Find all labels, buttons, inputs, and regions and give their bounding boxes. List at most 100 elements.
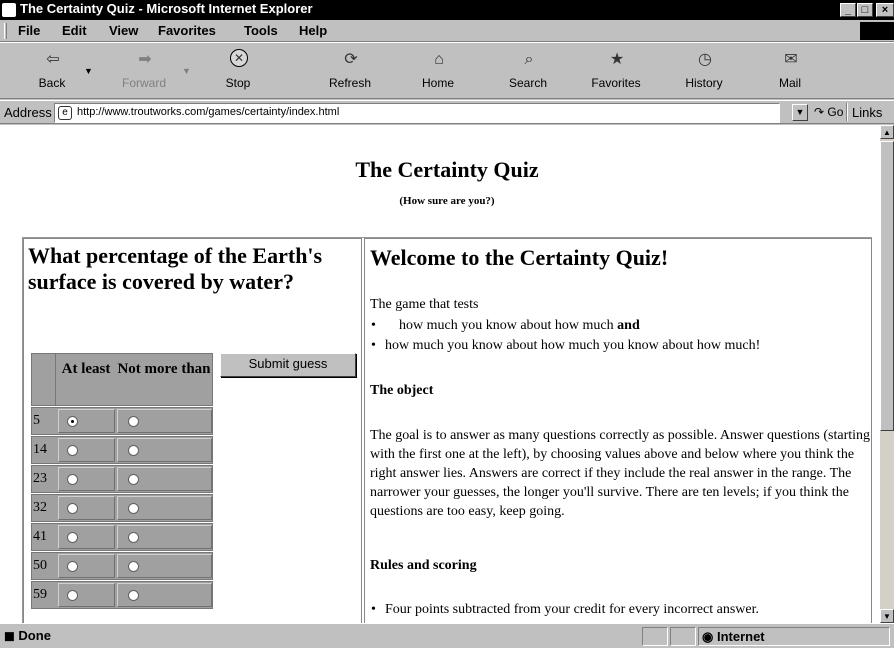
history-icon: ◷ bbox=[698, 51, 712, 68]
not-more-than-cell bbox=[117, 554, 212, 578]
row-value: 14 bbox=[33, 442, 47, 457]
menu-file[interactable]: File bbox=[18, 23, 40, 38]
not-more-than-radio[interactable] bbox=[128, 416, 139, 427]
menu-view[interactable]: View bbox=[109, 23, 138, 38]
menu-bar: File Edit View Favorites Tools Help bbox=[0, 20, 894, 42]
home-button[interactable]: ⌂ Home bbox=[406, 47, 470, 97]
history-button[interactable]: ◷ History bbox=[672, 47, 736, 97]
minimize-button[interactable]: _ bbox=[840, 3, 856, 17]
scroll-thumb[interactable] bbox=[880, 141, 894, 431]
choice-row: 41 bbox=[31, 523, 213, 551]
menu-edit[interactable]: Edit bbox=[62, 23, 87, 38]
menu-help[interactable]: Help bbox=[299, 23, 327, 38]
at-least-cell bbox=[58, 496, 115, 520]
address-dropdown-button[interactable]: ▼ bbox=[792, 104, 808, 121]
row-value: 5 bbox=[33, 413, 40, 428]
refresh-button[interactable]: ⟳ Refresh bbox=[318, 47, 382, 97]
back-button[interactable]: ⇦ Back bbox=[20, 47, 84, 97]
close-button[interactable]: × bbox=[876, 3, 894, 17]
ie-app-icon[interactable] bbox=[2, 3, 16, 17]
page-icon: e bbox=[58, 106, 72, 120]
intro-bullet-1: how much you know about how much and bbox=[371, 318, 640, 334]
not-more-than-radio[interactable] bbox=[128, 474, 139, 485]
choice-row: 32 bbox=[31, 494, 213, 522]
not-more-than-header: Not more than bbox=[117, 361, 211, 377]
address-separator bbox=[846, 103, 848, 121]
choice-row: 14 bbox=[31, 436, 213, 464]
object-heading: The object bbox=[370, 383, 434, 398]
forward-button[interactable]: ➡ Forward bbox=[112, 47, 176, 97]
window-title: The Certainty Quiz - Microsoft Internet … bbox=[20, 1, 313, 16]
scroll-down-icon[interactable]: ▼ bbox=[880, 609, 894, 623]
not-more-than-radio[interactable] bbox=[128, 503, 139, 514]
history-label: History bbox=[685, 76, 723, 90]
at-least-radio[interactable] bbox=[67, 503, 78, 514]
go-arrow-icon: ↷ bbox=[814, 105, 825, 119]
at-least-radio[interactable] bbox=[67, 561, 78, 572]
home-icon: ⌂ bbox=[434, 51, 444, 68]
choice-row: 23 bbox=[31, 465, 213, 493]
submit-guess-button[interactable]: Submit guess bbox=[220, 353, 356, 377]
not-more-than-cell bbox=[117, 525, 212, 549]
go-label: Go bbox=[827, 105, 844, 119]
mail-button[interactable]: ✉ Mail bbox=[758, 47, 822, 97]
stop-button[interactable]: ✕ Stop bbox=[206, 47, 270, 97]
forward-label: Forward bbox=[121, 76, 166, 90]
forward-dropdown-icon[interactable]: ▼ bbox=[182, 67, 191, 76]
not-more-than-radio[interactable] bbox=[128, 445, 139, 456]
links-toolbar[interactable]: Links bbox=[852, 105, 882, 120]
not-more-than-cell bbox=[117, 409, 212, 433]
not-more-than-cell bbox=[117, 583, 212, 607]
at-least-radio[interactable] bbox=[67, 474, 78, 485]
choice-row: 59 bbox=[31, 581, 213, 609]
at-least-radio[interactable] bbox=[67, 445, 78, 456]
menu-tools[interactable]: Tools bbox=[244, 23, 278, 38]
page-title: The Certainty Quiz bbox=[355, 157, 539, 182]
not-more-than-radio[interactable] bbox=[128, 590, 139, 601]
status-pane-2 bbox=[670, 627, 696, 646]
page-content: The Certainty Quiz (How sure are you?) W… bbox=[0, 125, 880, 623]
address-url[interactable]: http://www.troutworks.com/games/certaint… bbox=[77, 106, 339, 118]
search-button[interactable]: ⌕ Search bbox=[496, 47, 560, 97]
row-value: 23 bbox=[33, 471, 47, 486]
go-button[interactable]: ↷ Go bbox=[814, 105, 843, 119]
refresh-label: Refresh bbox=[328, 76, 372, 90]
not-more-than-radio[interactable] bbox=[128, 532, 139, 543]
at-least-cell bbox=[58, 525, 115, 549]
favorites-button[interactable]: ★ Favorites bbox=[584, 47, 648, 97]
internet-zone-label: Internet bbox=[716, 629, 765, 644]
stop-label: Stop bbox=[225, 76, 251, 90]
at-least-cell bbox=[58, 554, 115, 578]
menu-grip[interactable] bbox=[4, 23, 7, 39]
at-least-radio[interactable] bbox=[67, 416, 78, 427]
at-least-radio[interactable] bbox=[67, 532, 78, 543]
not-more-than-radio[interactable] bbox=[128, 561, 139, 572]
bullet-2-text: how much you know about how much you kno… bbox=[385, 338, 761, 353]
menu-favorites[interactable]: Favorites bbox=[158, 23, 216, 38]
intro-bullet-2: how much you know about how much you kno… bbox=[371, 338, 760, 354]
internet-zone: ◉ Internet bbox=[702, 629, 765, 645]
object-paragraph: The goal is to answer as many questions … bbox=[370, 428, 871, 519]
at-least-radio[interactable] bbox=[67, 590, 78, 601]
status-page-icon: ◼ bbox=[4, 628, 15, 643]
title-bar: The Certainty Quiz - Microsoft Internet … bbox=[0, 0, 894, 20]
vertical-scrollbar[interactable]: ▲ ▼ bbox=[880, 125, 894, 623]
forward-arrow-icon: ➡ bbox=[138, 51, 152, 68]
address-input[interactable]: e http://www.troutworks.com/games/certai… bbox=[54, 103, 780, 123]
at-least-cell bbox=[58, 409, 115, 433]
scroll-up-icon[interactable]: ▲ bbox=[880, 125, 894, 139]
globe-icon: ◉ bbox=[702, 629, 714, 644]
welcome-heading: Welcome to the Certainty Quiz! bbox=[370, 245, 669, 270]
rules-bullet-1: Four points subtracted from your credit … bbox=[371, 602, 759, 618]
at-least-cell bbox=[58, 583, 115, 607]
status-text: ◼ Done bbox=[4, 628, 51, 644]
back-label: Back bbox=[38, 76, 66, 90]
at-least-header: At least bbox=[61, 361, 111, 377]
back-arrow-icon: ⇦ bbox=[46, 51, 60, 68]
address-bar: Address e http://www.troutworks.com/game… bbox=[0, 100, 894, 124]
back-dropdown-icon[interactable]: ▼ bbox=[84, 67, 93, 76]
stop-icon: ✕ bbox=[230, 49, 248, 67]
choice-row: 50 bbox=[31, 552, 213, 580]
status-done-label: Done bbox=[18, 628, 51, 643]
maximize-button[interactable]: □ bbox=[857, 3, 873, 17]
